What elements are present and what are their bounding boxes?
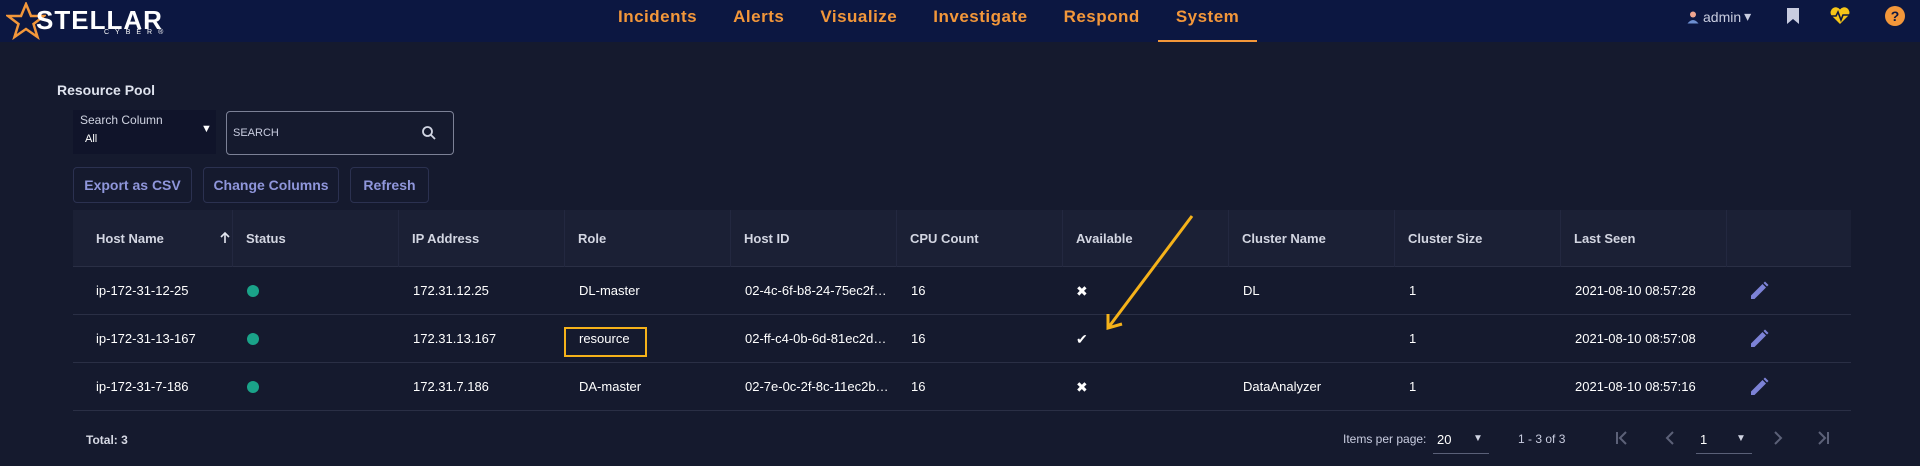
next-page-icon[interactable] xyxy=(1769,429,1787,447)
col-header-cpu-count[interactable]: CPU Count xyxy=(897,210,1063,267)
top-nav-bar: STELLAR CYBER® Incidents Alerts Visualiz… xyxy=(0,0,1920,42)
page-number-value: 1 xyxy=(1700,432,1708,447)
table-row[interactable]: ip-172-31-13-167 172.31.13.167 resource … xyxy=(73,315,1851,363)
items-per-page-value: 20 xyxy=(1437,432,1452,447)
cell-cluster-size: 1 xyxy=(1409,283,1417,298)
nav-system[interactable]: System xyxy=(1157,0,1258,42)
table-row[interactable]: ip-172-31-12-25 172.31.12.25 DL-master 0… xyxy=(73,267,1851,315)
items-per-page-select[interactable]: 20 ▼ xyxy=(1433,424,1489,454)
table-footer: Total: 3 Items per page: 20 ▼ 1 - 3 of 3… xyxy=(73,413,1851,463)
search-icon[interactable] xyxy=(421,125,437,141)
cell-ip-address: 172.31.7.186 xyxy=(413,379,489,394)
bookmark-icon[interactable] xyxy=(1781,4,1805,28)
col-header-role[interactable]: Role xyxy=(565,210,731,267)
cell-host-id: 02-7e-0c-2f-8c-11ec2b… xyxy=(745,379,889,394)
cell-role: DL-master xyxy=(579,283,640,298)
col-header-cluster-name[interactable]: Cluster Name xyxy=(1229,210,1395,267)
cell-cluster-size: 1 xyxy=(1409,379,1417,394)
col-header-host-name[interactable]: Host Name xyxy=(73,210,233,267)
total-count: Total: 3 xyxy=(86,433,128,447)
available-check-icon: ✔ xyxy=(1076,331,1088,347)
nav-respond[interactable]: Respond xyxy=(1046,0,1158,42)
help-icon[interactable]: ? xyxy=(1883,4,1907,28)
user-menu[interactable]: admin ▾ xyxy=(1686,8,1751,25)
change-columns-button[interactable]: Change Columns xyxy=(203,167,339,203)
cell-host-id: 02-4c-6f-b8-24-75ec2f… xyxy=(745,283,887,298)
search-column-value: All xyxy=(85,133,98,145)
edit-pencil-icon[interactable] xyxy=(1748,328,1770,350)
nav-visualize[interactable]: Visualize xyxy=(802,0,915,42)
page-number-select[interactable]: 1 ▼ xyxy=(1696,424,1752,454)
chevron-down-icon: ▼ xyxy=(1473,433,1483,444)
cell-cpu-count: 16 xyxy=(911,331,926,346)
nav-alerts[interactable]: Alerts xyxy=(715,0,802,42)
user-avatar-icon xyxy=(1687,11,1699,23)
page-title: Resource Pool xyxy=(57,82,156,98)
cell-ip-address: 172.31.12.25 xyxy=(413,283,489,298)
cell-cpu-count: 16 xyxy=(911,283,926,298)
col-header-host-id[interactable]: Host ID xyxy=(731,210,897,267)
refresh-button[interactable]: Refresh xyxy=(350,167,429,203)
cell-last-seen: 2021-08-10 08:57:28 xyxy=(1575,283,1696,298)
sort-ascending-icon[interactable] xyxy=(218,231,232,245)
export-csv-button[interactable]: Export as CSV xyxy=(73,167,192,203)
cell-ip-address: 172.31.13.167 xyxy=(413,331,497,346)
status-online-dot xyxy=(247,333,259,345)
cell-role: DA-master xyxy=(579,379,642,394)
search-column-label: Search Column xyxy=(80,113,163,127)
cell-host-name: ip-172-31-7-186 xyxy=(96,379,189,394)
logo-subtext: CYBER® xyxy=(104,29,170,36)
edit-pencil-icon[interactable] xyxy=(1748,376,1770,398)
stellar-cyber-logo[interactable]: STELLAR CYBER® xyxy=(6,2,176,40)
page-range: 1 - 3 of 3 xyxy=(1518,432,1566,446)
last-page-icon[interactable] xyxy=(1814,429,1832,447)
first-page-icon[interactable] xyxy=(1613,429,1631,447)
col-header-ip-address[interactable]: IP Address xyxy=(399,210,565,267)
heart-pulse-icon[interactable] xyxy=(1828,4,1852,28)
cell-last-seen: 2021-08-10 08:57:08 xyxy=(1575,331,1696,346)
cell-cluster-name: DataAnalyzer xyxy=(1243,379,1322,394)
chevron-down-icon: ▼ xyxy=(201,123,212,135)
search-field[interactable] xyxy=(226,111,454,155)
cell-host-name: ip-172-31-12-25 xyxy=(96,283,189,298)
status-online-dot xyxy=(247,381,259,393)
col-header-last-seen[interactable]: Last Seen xyxy=(1561,210,1727,267)
cell-last-seen: 2021-08-10 08:57:16 xyxy=(1575,379,1696,394)
status-online-dot xyxy=(247,285,259,297)
unavailable-x-icon: ✖ xyxy=(1076,379,1088,395)
chevron-down-icon: ▾ xyxy=(1744,8,1752,24)
cell-cluster-name: DL xyxy=(1243,283,1260,298)
search-column-select[interactable]: Search Column All ▼ xyxy=(73,110,216,154)
nav-investigate[interactable]: Investigate xyxy=(915,0,1045,42)
search-input[interactable] xyxy=(233,120,413,146)
items-per-page-label: Items per page: xyxy=(1343,432,1427,446)
annotation-arrow-icon xyxy=(1106,215,1194,330)
table-row[interactable]: ip-172-31-7-186 172.31.7.186 DA-master 0… xyxy=(73,363,1851,411)
col-header-cluster-size[interactable]: Cluster Size xyxy=(1395,210,1561,267)
cell-host-id: 02-ff-c4-0b-6d-81ec2d… xyxy=(745,331,887,346)
cell-cluster-size: 1 xyxy=(1409,331,1417,346)
col-header-status[interactable]: Status xyxy=(233,210,399,267)
chevron-down-icon: ▼ xyxy=(1736,433,1746,444)
nav-incidents[interactable]: Incidents xyxy=(600,0,715,42)
help-glyph: ? xyxy=(1891,8,1900,24)
unavailable-x-icon: ✖ xyxy=(1076,283,1088,299)
user-name: admin xyxy=(1703,8,1742,25)
previous-page-icon[interactable] xyxy=(1661,429,1679,447)
col-header-actions xyxy=(1727,210,1851,267)
cell-cpu-count: 16 xyxy=(911,379,926,394)
cell-host-name: ip-172-31-13-167 xyxy=(96,331,196,346)
role-highlight-box xyxy=(564,327,647,357)
main-nav: Incidents Alerts Visualize Investigate R… xyxy=(600,0,1258,42)
edit-pencil-icon[interactable] xyxy=(1748,280,1770,302)
table-header: Host Name Status IP Address Role Host ID… xyxy=(73,210,1851,267)
